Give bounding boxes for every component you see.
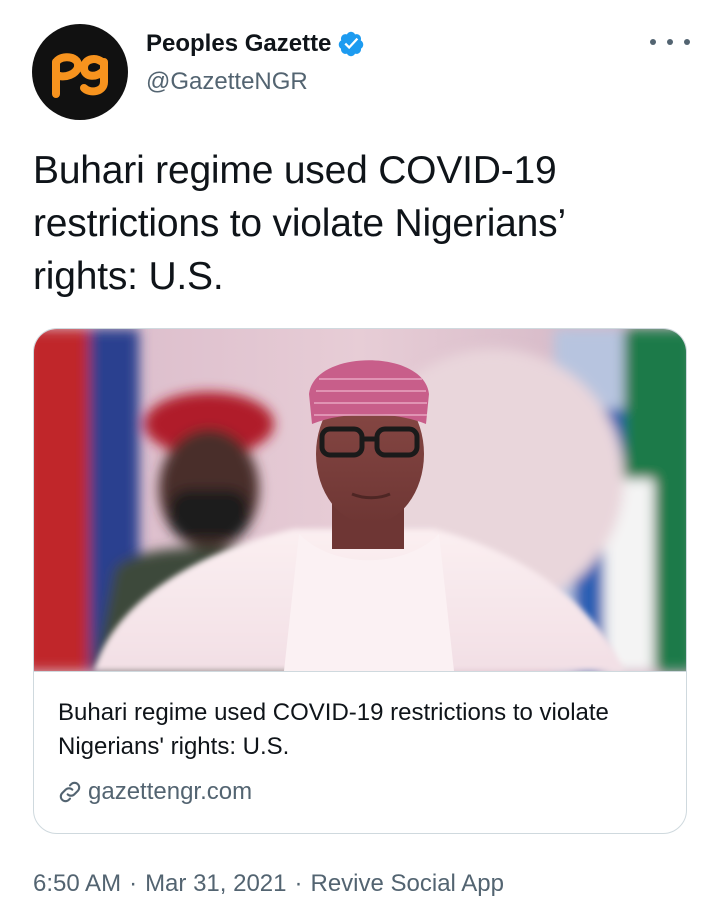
meta-separator: ·: [129, 870, 138, 897]
author-handle[interactable]: @GazetteNGR: [146, 66, 308, 98]
more-options-icon[interactable]: [650, 30, 690, 54]
tweet-time[interactable]: 6:50 AM: [33, 866, 121, 902]
link-card-title[interactable]: Buhari regime used COVID-19 restrictions…: [58, 696, 658, 764]
pg-logo-icon: [52, 53, 108, 98]
dot: [684, 39, 690, 45]
dot: [650, 39, 656, 45]
link-card-domain-row[interactable]: gazettengr.com: [56, 776, 252, 808]
tweet-date[interactable]: Mar 31, 2021: [145, 866, 286, 902]
verified-badge-icon: [337, 30, 365, 58]
dot: [667, 39, 673, 45]
author-display-name[interactable]: Peoples Gazette: [146, 28, 331, 60]
tweet-meta: 6:50 AM · Mar 31, 2021 · Revive Social A…: [33, 866, 504, 902]
link-card-body: Buhari regime used COVID-19 restrictions…: [34, 671, 686, 833]
tweet-text: Buhari regime used COVID-19 restrictions…: [33, 149, 566, 298]
author-name-row: Peoples Gazette: [146, 28, 365, 60]
tweet-source[interactable]: Revive Social App: [310, 866, 503, 902]
link-card-domain: gazettengr.com: [88, 778, 253, 805]
link-card-image[interactable]: [34, 329, 686, 671]
link-icon: [56, 778, 84, 806]
link-card[interactable]: Buhari regime used COVID-19 restrictions…: [33, 328, 687, 834]
tweet: Peoples Gazette @GazetteNGR Buhari regim…: [0, 0, 720, 918]
meta-separator: ·: [294, 870, 303, 897]
author-avatar[interactable]: [32, 24, 128, 120]
